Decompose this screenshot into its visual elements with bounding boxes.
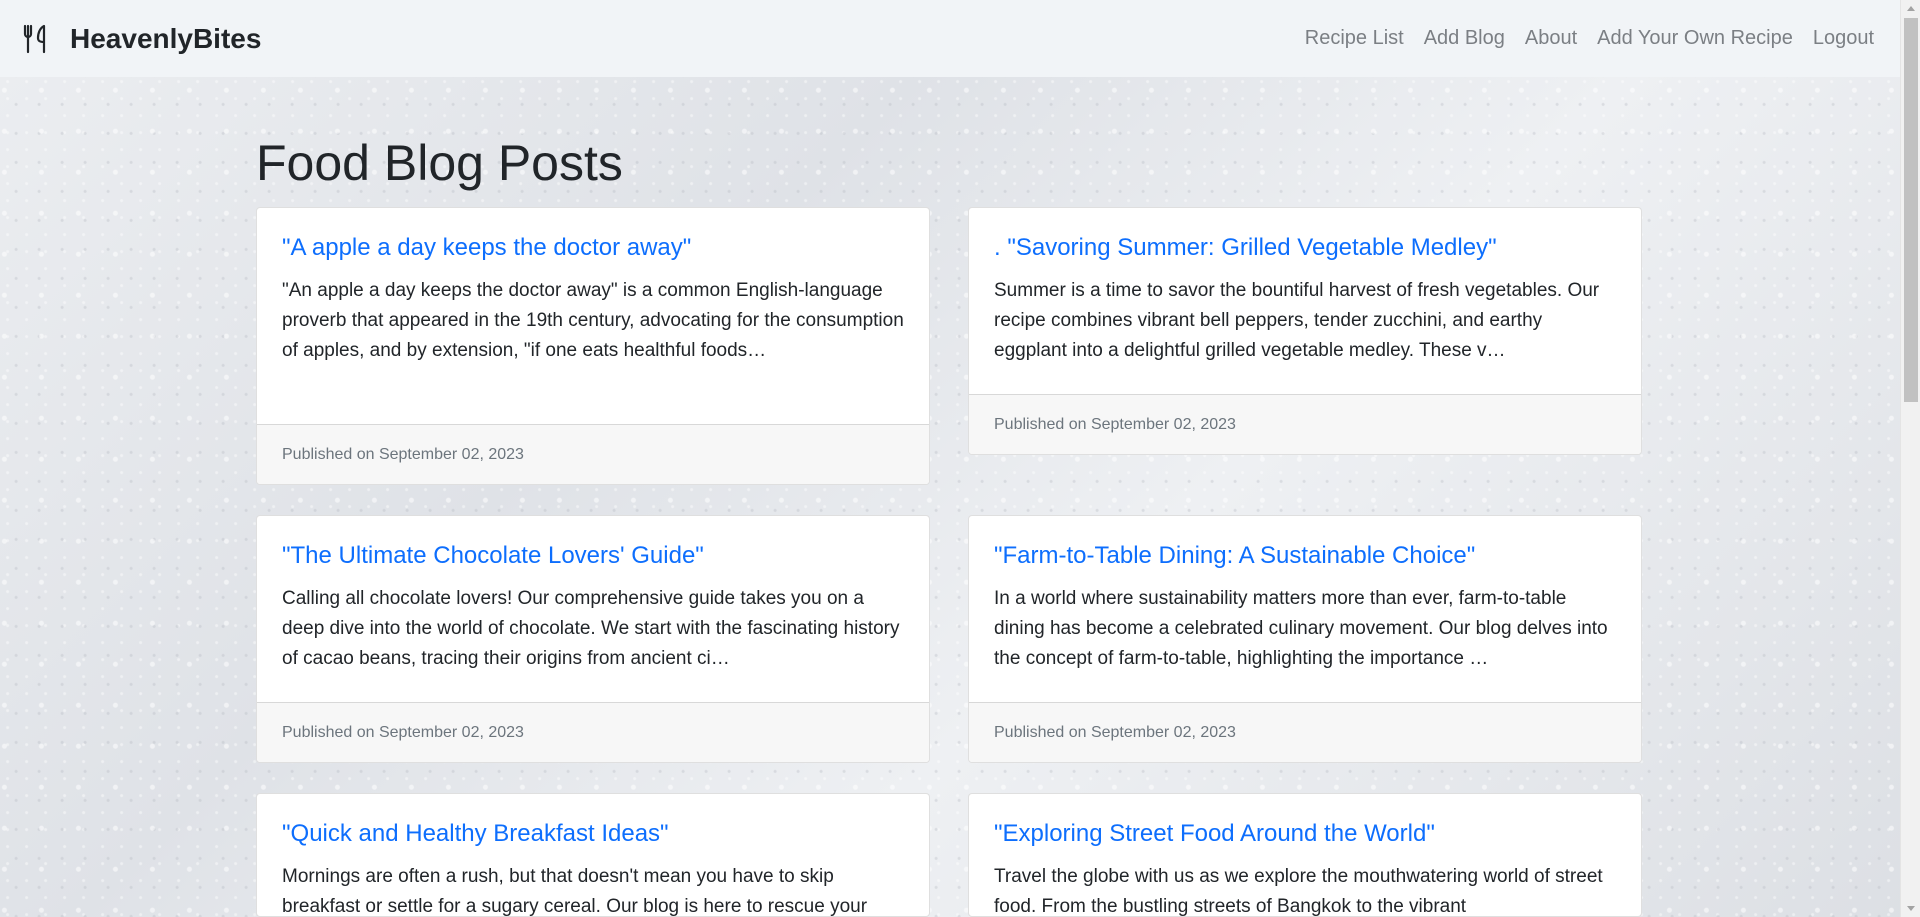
blog-card-excerpt: In a world where sustainability matters …	[994, 588, 1608, 669]
scroll-down-arrow-icon[interactable]	[1907, 906, 1915, 911]
blog-card-title[interactable]: "Exploring Street Food Around the World"	[994, 819, 1616, 848]
brand[interactable]: HeavenlyBites	[20, 23, 261, 55]
blog-card: "The Ultimate Chocolate Lovers' Guide" C…	[256, 515, 930, 763]
blog-card-excerpt: Summer is a time to savor the bountiful …	[994, 280, 1600, 361]
navbar: HeavenlyBites Recipe List Add Blog About…	[0, 0, 1900, 77]
blog-card-title[interactable]: "Quick and Healthy Breakfast Ideas"	[282, 819, 904, 848]
blog-card-title[interactable]: "Farm-to-Table Dining: A Sustainable Cho…	[994, 541, 1616, 570]
scrollbar-thumb[interactable]	[1904, 18, 1918, 402]
blog-card: "Farm-to-Table Dining: A Sustainable Cho…	[968, 515, 1642, 763]
blog-card-excerpt: Calling all chocolate lovers! Our compre…	[282, 588, 900, 669]
nav-add-blog[interactable]: Add Blog	[1424, 27, 1505, 50]
blog-card-title[interactable]: "A apple a day keeps the doctor away"	[282, 233, 904, 262]
nav-recipe-list[interactable]: Recipe List	[1305, 27, 1404, 50]
brand-name: HeavenlyBites	[70, 22, 262, 54]
fork-knife-icon	[20, 23, 52, 55]
blog-card-footer: Published on September 02, 2023	[257, 702, 929, 762]
blog-card-title[interactable]: "The Ultimate Chocolate Lovers' Guide"	[282, 541, 904, 570]
blog-card-footer: Published on September 02, 2023	[969, 702, 1641, 762]
page-title: Food Blog Posts	[256, 135, 623, 191]
scroll-up-arrow-icon[interactable]	[1907, 6, 1915, 11]
blog-card: . "Savoring Summer: Grilled Vegetable Me…	[968, 207, 1642, 455]
page-scrollbar[interactable]	[1900, 0, 1920, 917]
blog-card-footer: Published on September 02, 2023	[969, 394, 1641, 454]
blog-card-footer: Published on September 02, 2023	[257, 424, 929, 484]
nav-about[interactable]: About	[1525, 27, 1577, 50]
blog-card: "A apple a day keeps the doctor away" "A…	[256, 207, 930, 485]
nav-logout[interactable]: Logout	[1813, 27, 1874, 50]
nav-add-your-own-recipe[interactable]: Add Your Own Recipe	[1597, 27, 1793, 50]
blog-card: "Quick and Healthy Breakfast Ideas" Morn…	[256, 793, 930, 917]
blog-card-excerpt: "An apple a day keeps the doctor away" i…	[282, 280, 904, 361]
blog-card-excerpt: Mornings are often a rush, but that does…	[282, 866, 868, 917]
blog-card: "Exploring Street Food Around the World"…	[968, 793, 1642, 917]
blog-card-title[interactable]: . "Savoring Summer: Grilled Vegetable Me…	[994, 233, 1616, 262]
nav-links: Recipe List Add Blog About Add Your Own …	[1285, 27, 1874, 50]
blog-card-excerpt: Travel the globe with us as we explore t…	[994, 866, 1603, 917]
